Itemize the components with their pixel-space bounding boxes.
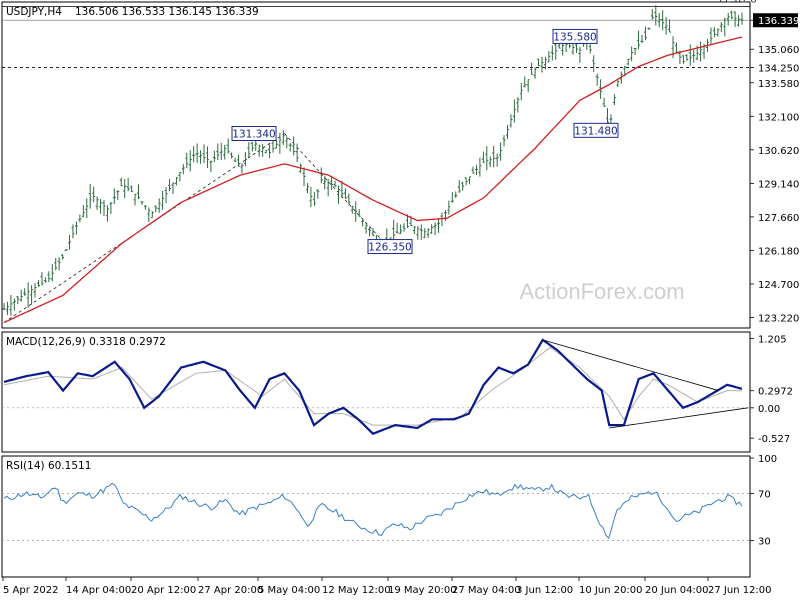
price-annotation-label: 126.350 (368, 242, 411, 254)
price-annotation-label: 131.340 (232, 129, 275, 141)
rsi-tick-label: 70 (758, 489, 771, 500)
symbol-label: USDJPY,H4 (6, 6, 62, 18)
rsi-panel (1, 455, 751, 578)
time-tick-label: 5 Apr 2022 (3, 585, 58, 596)
time-tick-label: 10 Jun 20:00 (579, 585, 643, 596)
ohlc-label: 136.506 136.533 136.145 136.339 (75, 6, 259, 18)
price-tick-label: 129.140 (758, 179, 799, 190)
rsi-tick-label: 100 (758, 454, 777, 465)
macd-tick-label: -0.527 (758, 434, 790, 445)
price-header: USDJPY,H4 136.506 136.533 136.145 136.33… (6, 6, 259, 18)
level-price-label: 134.250 (758, 64, 799, 75)
price-annotation-label: 135.580 (553, 31, 596, 43)
time-tick-label: 20 Jun 04:00 (645, 585, 709, 596)
chart-canvas: ActionForex.com USDJPY,H4 136.506 136.53… (1, 0, 799, 596)
macd-title: MACD(12,26,9) 0.3318 0.2972 (6, 336, 166, 348)
time-tick-label: 27 May 04:00 (452, 585, 521, 596)
macd-tick-label: 0.2972 (758, 387, 793, 398)
rsi-tick-label: 30 (758, 537, 771, 548)
time-tick-label: 27 Jun 12:00 (708, 585, 772, 596)
macd-tick-label: 1.205 (758, 334, 787, 345)
price-tick-label: 133.580 (758, 79, 799, 90)
price-annotation-label: 131.480 (574, 125, 617, 137)
rsi-title: RSI(14) 60.1511 (6, 460, 91, 472)
time-tick-label: 14 Apr 04:00 (66, 585, 131, 596)
watermark: ActionForex.com (519, 279, 684, 304)
fe-label: FE 61.8 (719, 0, 757, 5)
price-tick-label: 130.620 (758, 146, 799, 157)
price-tick-label: 127.660 (758, 213, 799, 224)
macd-tick-label: 0.00 (758, 404, 780, 415)
time-tick-label: 12 May 12:00 (322, 585, 391, 596)
price-tick-label: 124.700 (758, 280, 799, 291)
current-price-label: 136.339 (758, 16, 799, 27)
price-tick-label: 123.220 (758, 313, 799, 324)
time-tick-label: 20 Apr 12:00 (131, 585, 196, 596)
price-tick-label: 132.100 (758, 112, 799, 123)
time-tick-label: 5 May 04:00 (258, 585, 320, 596)
price-tick-label: 126.180 (758, 246, 799, 257)
time-tick-label: 3 Jun 12:00 (516, 585, 573, 596)
time-tick-label: 27 Apr 20:00 (198, 585, 263, 596)
time-tick-label: 19 May 20:00 (388, 585, 457, 596)
macd-panel (1, 331, 751, 453)
price-tick-label: 135.060 (758, 45, 799, 56)
